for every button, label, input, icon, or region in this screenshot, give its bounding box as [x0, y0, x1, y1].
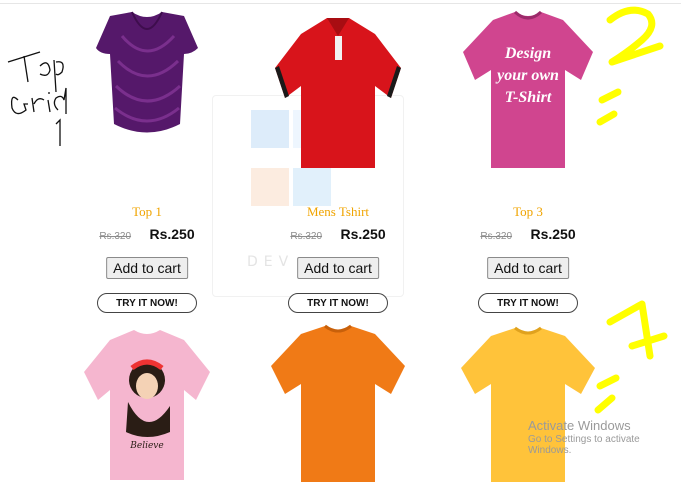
- top-divider: [0, 3, 681, 4]
- red-tshirt-image[interactable]: [243, 6, 433, 181]
- add-to-cart-button[interactable]: Add to cart: [487, 257, 569, 279]
- pink-graphic-tshirt-image[interactable]: Believe: [52, 320, 242, 495]
- orange-tshirt-image[interactable]: [243, 320, 433, 495]
- product-title[interactable]: Top 1: [52, 204, 242, 220]
- activate-windows-watermark: Activate Windows Go to Settings to activ…: [528, 418, 681, 456]
- activate-subtitle: Go to Settings to activate Windows.: [528, 434, 640, 456]
- shirt-text-line: your own: [495, 67, 559, 84]
- add-to-cart-button[interactable]: Add to cart: [106, 257, 188, 279]
- new-price: Rs.250: [340, 226, 386, 242]
- try-it-now-button[interactable]: TRY IT NOW!: [478, 293, 578, 313]
- old-price: Rs.320: [99, 231, 132, 242]
- product-title[interactable]: Mens Tshirt: [243, 204, 433, 220]
- purple-top-image[interactable]: [52, 6, 242, 181]
- svg-text:Believe: Believe: [129, 441, 163, 451]
- try-it-now-button[interactable]: TRY IT NOW!: [97, 293, 197, 313]
- new-price: Rs.250: [149, 226, 195, 242]
- product-title[interactable]: Top 3: [433, 204, 623, 220]
- pink-design-tshirt-image[interactable]: Design your own T-Shirt: [433, 6, 623, 181]
- price-row: Rs.320 Rs.250: [52, 226, 242, 244]
- old-price: Rs.320: [290, 231, 323, 242]
- shirt-text-line: Design: [504, 45, 551, 62]
- activate-title: Activate Windows: [528, 418, 631, 433]
- shirt-text-line: T-Shirt: [505, 89, 552, 106]
- new-price: Rs.250: [530, 226, 576, 242]
- old-price: Rs.320: [480, 231, 513, 242]
- watermark-text: DEV: [247, 254, 295, 270]
- price-row: Rs.320 Rs.250: [243, 226, 433, 244]
- add-to-cart-button[interactable]: Add to cart: [297, 257, 379, 279]
- try-it-now-button[interactable]: TRY IT NOW!: [288, 293, 388, 313]
- price-row: Rs.320 Rs.250: [433, 226, 623, 244]
- yellow-tshirt-image[interactable]: [433, 320, 623, 495]
